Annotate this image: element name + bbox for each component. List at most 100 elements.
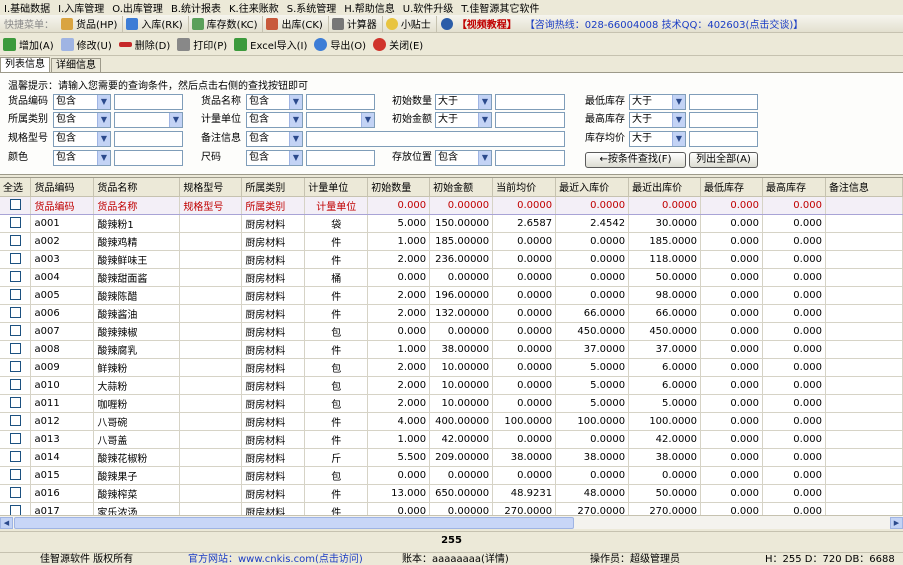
filter-op-max-stock[interactable]: 大于 ▼ bbox=[629, 112, 686, 128]
table-row[interactable]: a003 酸辣鲜味王 厨房材料件 2.000 236.00000 0.0000 0.0000… bbox=[0, 250, 903, 269]
table-row[interactable]: a015 酸辣果子 厨房材料包 0.000 0.00000 0.0000 0.0000 0.0… bbox=[0, 466, 903, 485]
filter-input-unit[interactable]: ▼ bbox=[306, 112, 375, 128]
column-header[interactable]: 计量单位 bbox=[304, 178, 369, 197]
table-row[interactable]: a014 酸辣花椒粉 厨房材料斤 5.500 209.00000 38.0000 38.00… bbox=[0, 448, 903, 467]
filter-op-init-amount[interactable]: 大于 ▼ bbox=[435, 112, 492, 128]
table-row[interactable]: a013 八哥盖 厨房材料件 1.000 42.00000 0.0000 0.0000 42.… bbox=[0, 430, 903, 449]
table-row[interactable]: a011 咖喱粉 厨房材料包 2.000 10.00000 0.0000 5.0000 5.0… bbox=[0, 394, 903, 413]
delete-button[interactable]: 删除(D) bbox=[116, 36, 175, 54]
row-checkbox[interactable] bbox=[9, 235, 21, 247]
row-checkbox[interactable] bbox=[9, 343, 21, 355]
column-header[interactable]: 最高库存 bbox=[762, 178, 826, 197]
menu-upgrade[interactable]: U.软件升级 bbox=[399, 0, 458, 15]
quick-outbound-button[interactable]: 出库(CK) bbox=[263, 15, 329, 32]
table-row[interactable]: a012 八哥碗 厨房材料件 4.000 400.00000 100.0000 100.00… bbox=[0, 412, 903, 431]
select-all-header[interactable]: 全选 bbox=[0, 178, 32, 197]
filter-input-remark[interactable] bbox=[306, 131, 565, 147]
filter-input-spec[interactable] bbox=[114, 131, 183, 147]
quick-tips-button[interactable]: 小贴士 bbox=[383, 15, 437, 32]
filter-op-color[interactable]: 包含 ▼ bbox=[53, 150, 111, 166]
row-checkbox[interactable] bbox=[9, 469, 21, 481]
edit-button[interactable]: 修改(U) bbox=[58, 36, 116, 54]
add-button[interactable]: 增加(A) bbox=[0, 36, 58, 54]
table-row[interactable]: a001 酸辣粉1 厨房材料袋 5.000 150.00000 2.6587 2.4542 3… bbox=[0, 214, 903, 233]
status-website-link[interactable]: 官方网站：www.cnkis.com(点击访问) bbox=[188, 553, 363, 565]
table-row[interactable]: a005 酸辣陈醋 厨房材料件 2.000 196.00000 0.0000 0.0000 9… bbox=[0, 286, 903, 305]
column-header[interactable]: 最近入库价 bbox=[555, 178, 630, 197]
column-header[interactable]: 货品名称 bbox=[93, 178, 181, 197]
list-all-button[interactable]: 列出全部(A) bbox=[689, 152, 758, 168]
row-checkbox[interactable] bbox=[9, 379, 21, 391]
horizontal-scrollbar[interactable]: ◀ ▶ bbox=[0, 515, 903, 529]
print-button[interactable]: 打印(P) bbox=[174, 36, 231, 54]
row-checkbox[interactable] bbox=[9, 505, 21, 515]
table-row[interactable]: a010 大蒜粉 厨房材料包 2.000 10.00000 0.0000 5.0000 6.0… bbox=[0, 376, 903, 395]
scrollbar-thumb[interactable] bbox=[14, 517, 574, 529]
table-row[interactable]: a016 酸辣榨菜 厨房材料件 13.000 650.00000 48.9231 48.00… bbox=[0, 484, 903, 503]
excel-import-button[interactable]: Excel导入(I) bbox=[231, 36, 311, 54]
video-tutorial-link[interactable]: 【视频教程】 bbox=[453, 16, 521, 31]
filter-op-name[interactable]: 包含 ▼ bbox=[246, 94, 303, 110]
table-row[interactable]: a002 酸辣鸡精 厨房材料件 1.000 185.00000 0.0000 0.0000 1… bbox=[0, 232, 903, 251]
filter-input-min-stock[interactable] bbox=[689, 94, 758, 110]
table-row[interactable]: a008 酸辣腐乳 厨房材料件 1.000 38.00000 0.0000 37.0000 3… bbox=[0, 340, 903, 359]
quick-inbound-button[interactable]: 入库(RK) bbox=[123, 15, 189, 32]
menu-inbound[interactable]: I.入库管理 bbox=[54, 0, 108, 15]
row-checkbox[interactable] bbox=[9, 361, 21, 373]
column-header[interactable]: 初始金额 bbox=[429, 178, 494, 197]
filter-input-color[interactable] bbox=[114, 150, 183, 166]
filter-input-max-stock[interactable] bbox=[689, 112, 758, 128]
row-checkbox[interactable] bbox=[9, 307, 21, 319]
row-checkbox[interactable] bbox=[9, 289, 21, 301]
filter-input-category[interactable]: ▼ bbox=[114, 112, 183, 128]
table-row[interactable]: a006 酸辣酱油 厨房材料件 2.000 132.00000 0.0000 66.0000… bbox=[0, 304, 903, 323]
tab-list-info[interactable]: 列表信息 bbox=[0, 57, 50, 72]
scroll-right-icon[interactable]: ▶ bbox=[890, 517, 903, 529]
menu-reports[interactable]: B.统计报表 bbox=[167, 0, 225, 15]
column-header[interactable]: 最低库存 bbox=[700, 178, 763, 197]
filter-op-category[interactable]: 包含 ▼ bbox=[53, 112, 111, 128]
row-checkbox[interactable] bbox=[9, 487, 21, 499]
filter-op-code[interactable]: 包含 ▼ bbox=[53, 94, 111, 110]
filter-op-location[interactable]: 包含 ▼ bbox=[435, 150, 492, 166]
filter-input-location[interactable] bbox=[495, 150, 565, 166]
row-checkbox[interactable] bbox=[9, 397, 21, 409]
column-header[interactable]: 最近出库价 bbox=[628, 178, 702, 197]
menu-system[interactable]: S.系统管理 bbox=[283, 0, 341, 15]
scroll-left-icon[interactable]: ◀ bbox=[0, 517, 13, 529]
filter-op-min-stock[interactable]: 大于 ▼ bbox=[629, 94, 686, 110]
menu-help[interactable]: H.帮助信息 bbox=[340, 0, 399, 15]
filter-input-name[interactable] bbox=[306, 94, 375, 110]
row-checkbox[interactable] bbox=[9, 271, 21, 283]
row-checkbox[interactable] bbox=[9, 451, 21, 463]
filter-input-init-qty[interactable] bbox=[495, 94, 565, 110]
table-row[interactable]: a009 鲜辣粉 厨房材料包 2.000 10.00000 0.0000 5.0000 6.0… bbox=[0, 358, 903, 377]
menu-outbound[interactable]: O.出库管理 bbox=[108, 0, 167, 15]
table-row[interactable]: a007 酸辣辣椒 厨房材料包 0.000 0.00000 0.0000 450.0000 4… bbox=[0, 322, 903, 341]
table-row[interactable]: a017 家乐浓汤 厨房材料件 0.000 0.00000 270.0000 270.000… bbox=[0, 502, 903, 515]
row-checkbox[interactable] bbox=[9, 325, 21, 337]
quick-calculator-button[interactable]: 计算器 bbox=[329, 15, 383, 32]
quick-goods-button[interactable]: 货品(HP) bbox=[58, 15, 124, 32]
column-header[interactable]: 初始数量 bbox=[367, 178, 431, 197]
filter-op-spec[interactable]: 包含 ▼ bbox=[53, 131, 111, 147]
filter-op-unit[interactable]: 包含 ▼ bbox=[246, 112, 303, 128]
menu-other-software[interactable]: T.佳智源其它软件 bbox=[457, 0, 543, 15]
filter-input-code[interactable] bbox=[114, 94, 183, 110]
filter-input-avg-price[interactable] bbox=[689, 131, 758, 147]
row-checkbox[interactable] bbox=[9, 253, 21, 265]
status-account[interactable]: 账本：aaaaaaaa(详情) bbox=[402, 553, 509, 565]
column-header[interactable]: 备注信息 bbox=[825, 178, 903, 197]
filter-op-remark[interactable]: 包含 ▼ bbox=[246, 131, 303, 147]
column-header[interactable]: 货品编码 bbox=[30, 178, 95, 197]
filter-op-size[interactable]: 包含 ▼ bbox=[246, 150, 303, 166]
search-by-condition-button[interactable]: ←按条件查找(F) bbox=[585, 152, 686, 168]
quick-stock-button[interactable]: 库存数(KC) bbox=[189, 15, 264, 32]
row-checkbox[interactable] bbox=[9, 199, 21, 211]
row-checkbox[interactable] bbox=[9, 415, 21, 427]
filter-op-init-qty[interactable]: 大于 ▼ bbox=[435, 94, 492, 110]
column-header[interactable]: 所属类别 bbox=[241, 178, 306, 197]
tab-detail-info[interactable]: 详细信息 bbox=[51, 58, 101, 72]
menu-accounts[interactable]: K.往来账款 bbox=[225, 0, 283, 15]
column-header[interactable]: 规格型号 bbox=[179, 178, 243, 197]
